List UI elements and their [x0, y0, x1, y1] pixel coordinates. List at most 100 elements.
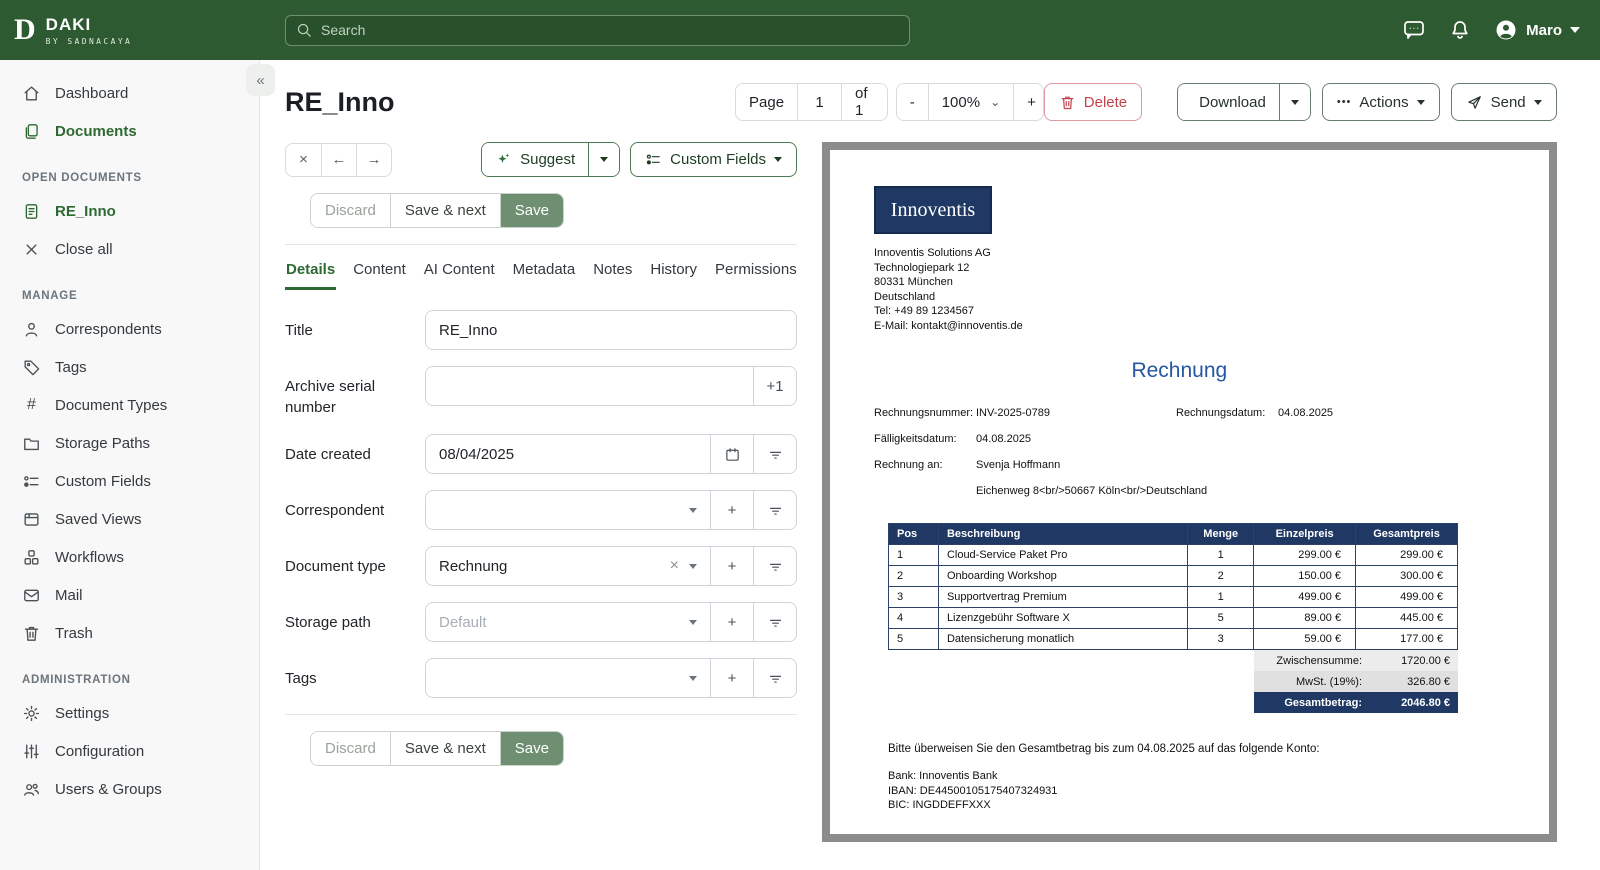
sidebar-item-dashboard[interactable]: Dashboard [0, 74, 259, 112]
sender-line: Deutschland [874, 290, 936, 303]
title-input[interactable] [426, 311, 796, 349]
document-actions: Delete Download ••• Actions Send [1043, 83, 1557, 121]
suggest-button[interactable]: Suggest [482, 143, 589, 176]
tab-content[interactable]: Content [352, 249, 407, 290]
date-created-input[interactable] [426, 435, 710, 473]
sidebar-item-close-all[interactable]: Close all [0, 230, 259, 268]
send-button[interactable]: Send [1450, 83, 1557, 121]
bank-line: IBAN: DE44500105175407324931 [888, 784, 1058, 797]
invoice-number-label: Rechnungsnummer: [874, 407, 974, 419]
filter-icon [769, 675, 781, 683]
caret-down-icon [774, 157, 782, 162]
download-split-button: Download [1177, 83, 1311, 121]
sidebar-item-trash[interactable]: Trash [0, 614, 259, 652]
page-number-input[interactable]: 1 [797, 84, 842, 120]
document-type-select[interactable]: Rechnung × [426, 547, 710, 585]
sidebar-section-manage: MANAGE [22, 290, 78, 302]
add-storage-path-button[interactable]: + [710, 603, 753, 641]
close-document-button[interactable]: × [286, 143, 321, 176]
correspondent-select[interactable] [426, 491, 710, 529]
search-input[interactable] [321, 22, 899, 38]
custom-fields-button[interactable]: Custom Fields [630, 142, 797, 177]
next-document-button[interactable]: → [356, 143, 391, 176]
bell-icon[interactable] [1448, 18, 1472, 42]
tab-notes[interactable]: Notes [592, 249, 633, 290]
tab-metadata[interactable]: Metadata [512, 249, 577, 290]
global-search[interactable] [285, 14, 910, 46]
tag-icon [24, 359, 40, 375]
zoom-level-select[interactable]: 100% ⌄ [927, 84, 1014, 120]
sidebar-item-settings[interactable]: Settings [0, 694, 259, 732]
sidebar-item-document-types[interactable]: # Document Types [0, 386, 259, 424]
hash-icon: # [27, 396, 36, 413]
add-document-type-button[interactable]: + [710, 547, 753, 585]
sender-line: Innoventis Solutions AG [874, 247, 991, 259]
correspondent-filter-button[interactable] [753, 491, 796, 529]
sidebar-item-correspondents[interactable]: Correspondents [0, 310, 259, 348]
zoom-in-button[interactable]: + [1013, 84, 1043, 120]
sidebar-item-workflows[interactable]: Workflows [0, 538, 259, 576]
sidebar-collapse-button[interactable]: « [246, 64, 275, 96]
save-and-next-button[interactable]: Save & next [389, 732, 500, 765]
mail-icon [24, 589, 39, 601]
sidebar-item-label: Settings [55, 704, 110, 722]
sidebar-item-mail[interactable]: Mail [0, 576, 259, 614]
actions-button[interactable]: ••• Actions [1321, 83, 1440, 121]
zoom-out-button[interactable]: - [896, 84, 928, 120]
asn-input[interactable] [426, 367, 753, 405]
tab-permissions[interactable]: Permissions [714, 249, 798, 290]
clear-icon[interactable]: × [670, 557, 679, 575]
save-button[interactable]: Save [499, 194, 563, 227]
storage-path-filter-button[interactable] [753, 603, 796, 641]
discard-button[interactable]: Discard [311, 732, 390, 765]
users-icon [24, 783, 40, 796]
date-filter-button[interactable] [753, 435, 796, 473]
field-label: Archive serial number [285, 378, 376, 416]
download-options-button[interactable] [1278, 84, 1310, 120]
sidebar-item-storage-paths[interactable]: Storage Paths [0, 424, 259, 462]
document-type-filter-button[interactable] [753, 547, 796, 585]
sidebar-item-custom-fields[interactable]: Custom Fields [0, 462, 259, 500]
calendar-button[interactable] [710, 435, 753, 473]
tab-ai-content[interactable]: AI Content [423, 249, 496, 290]
user-avatar-icon [1496, 20, 1516, 40]
sidebar-item-open-document[interactable]: RE_Inno [0, 192, 259, 230]
tab-details[interactable]: Details [285, 249, 337, 290]
add-tag-button[interactable]: + [710, 659, 753, 697]
download-label: Download [1199, 93, 1266, 111]
tags-select[interactable] [426, 659, 710, 697]
asn-increment-button[interactable]: +1 [753, 367, 796, 405]
chevron-down-icon [1570, 27, 1580, 33]
brand-subtitle: BY SADNACAYA [45, 36, 133, 46]
sidebar-item-saved-views[interactable]: Saved Views [0, 500, 259, 538]
caret-down-icon [1290, 99, 1299, 105]
sidebar-item-configuration[interactable]: Configuration [0, 732, 259, 770]
caret-down-icon [689, 675, 697, 681]
sidebar-item-documents[interactable]: Documents [0, 112, 259, 150]
chat-icon[interactable] [1402, 18, 1426, 42]
user-menu[interactable]: Maro [1494, 18, 1580, 42]
pdf-viewer[interactable]: Innoventis Innoventis Solutions AG Techn… [822, 142, 1557, 842]
add-correspondent-button[interactable]: + [710, 491, 753, 529]
storage-path-select[interactable]: Default [426, 603, 710, 641]
sidebar-item-tags[interactable]: Tags [0, 348, 259, 386]
delete-button[interactable]: Delete [1043, 83, 1143, 121]
trash-icon [1061, 96, 1074, 109]
brand-logo[interactable]: D DAKI BY SADNACAYA [0, 15, 260, 46]
sidebar-item-users-groups[interactable]: Users & Groups [0, 770, 259, 808]
table-row: 4 Lizenzgebühr Software X 5 89.00 €445.00 € [888, 607, 1458, 629]
field-label: Title [285, 322, 313, 339]
download-button[interactable]: Download [1178, 84, 1279, 120]
sender-line: Tel: +49 89 1234567 [874, 305, 975, 317]
save-button[interactable]: Save [499, 732, 563, 765]
suggest-options-button[interactable] [588, 143, 620, 176]
tags-filter-button[interactable] [753, 659, 796, 697]
caret-down-icon [600, 157, 609, 162]
previous-document-button[interactable]: ← [321, 143, 356, 176]
tab-history[interactable]: History [649, 249, 698, 290]
sender-line: Technologiepark 12 [874, 261, 970, 274]
save-and-next-button[interactable]: Save & next [389, 194, 500, 227]
discard-button[interactable]: Discard [311, 194, 390, 227]
bill-to-address: Eichenweg 8<br/>50667 Köln<br/>Deutschla… [976, 485, 1208, 497]
sliders-icon [24, 743, 39, 759]
